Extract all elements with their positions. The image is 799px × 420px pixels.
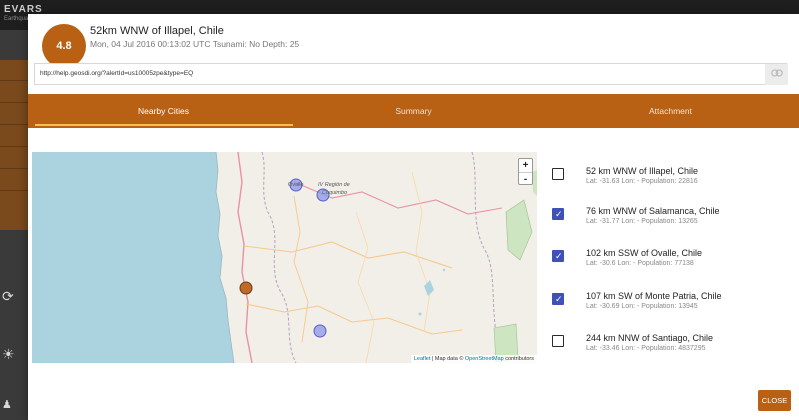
attribution-end: contributors: [503, 356, 534, 362]
city-list-item: ✓ 107 km SW of Monte Patria, Chile Lat: …: [552, 291, 792, 337]
city-info: Lat: -33.46 Lon: - Population: 4837295: [586, 345, 706, 352]
map-attribution: Leaflet | Map data © OpenStreetMap contr…: [410, 355, 537, 363]
map-label-ovalle: Ovalle: [288, 182, 304, 188]
city-info: Lat: -31.77 Lon: - Population: 13265: [586, 218, 698, 225]
tab-nearby-cities[interactable]: Nearby Cities: [35, 94, 292, 128]
city-checkbox[interactable]: ✓: [552, 208, 564, 220]
map-label-region-line1: IV Región de: [318, 182, 350, 188]
city-checkbox[interactable]: [552, 335, 564, 347]
leaflet-link[interactable]: Leaflet: [414, 356, 431, 362]
event-meta: Mon, 04 Jul 2016 00:13:02 UTC Tsunami: N…: [90, 39, 300, 49]
zoom-in-button[interactable]: +: [519, 159, 532, 172]
background-user-icon: ♟: [2, 399, 12, 411]
city-info: Lat: -31.63 Lon: - Population: 22816: [586, 178, 698, 185]
background-glyph-icon: ⟳: [2, 288, 14, 304]
check-icon: ✓: [555, 294, 563, 304]
city-checkbox[interactable]: ✓: [552, 293, 564, 305]
check-icon: ✓: [555, 251, 563, 261]
city-list-item: 244 km NNW of Santiago, Chile Lat: -33.4…: [552, 333, 792, 379]
url-text[interactable]: http://help.geosdi.org/?alertId=us10005z…: [40, 70, 193, 77]
city-checkbox[interactable]: [552, 168, 564, 180]
city-name: 107 km SW of Monte Patria, Chile: [586, 291, 722, 301]
link-icon: [770, 69, 783, 80]
event-title: 52km WNW of Illapel, Chile: [90, 25, 224, 37]
city-info: Lat: -30.6 Lon: - Population: 77138: [586, 260, 694, 267]
active-tab-indicator: [35, 124, 293, 126]
zoom-out-button[interactable]: -: [519, 173, 532, 186]
city-name: 244 km NNW of Santiago, Chile: [586, 333, 714, 343]
tab-summary[interactable]: Summary: [285, 94, 542, 128]
map-label-region-line2: Coquimbo: [322, 190, 348, 196]
background-sun-icon: ☀: [2, 346, 15, 362]
city-list-item: ✓ 102 km SSW of Ovalle, Chile Lat: -30.6…: [552, 248, 792, 294]
city-name: 52 km WNW of Illapel, Chile: [586, 166, 699, 176]
url-field[interactable]: http://help.geosdi.org/?alertId=us10005z…: [34, 63, 788, 85]
tab-bar: Nearby Cities Summary Attachment: [28, 94, 799, 128]
attribution-middle: | Map data ©: [430, 356, 465, 362]
close-button[interactable]: CLOSE: [758, 390, 791, 411]
check-icon: ✓: [555, 209, 563, 219]
map-tiles: [32, 152, 537, 363]
copy-link-button[interactable]: [765, 64, 788, 85]
openstreetmap-link[interactable]: OpenStreetMap: [465, 356, 504, 362]
event-detail-dialog: 4.8 52km WNW of Illapel, Chile Mon, 04 J…: [28, 14, 799, 420]
tab-attachment[interactable]: Attachment: [542, 94, 799, 128]
city-info: Lat: -30.69 Lon: - Population: 13945: [586, 303, 698, 310]
city-name: 102 km SSW of Ovalle, Chile: [586, 248, 703, 258]
city-list-item: ✓ 76 km WNW of Salamanca, Chile Lat: -31…: [552, 206, 792, 252]
map-view[interactable]: Ovalle IV Región de Coquimbo + - Leaflet…: [32, 152, 537, 363]
city-name: 76 km WNW of Salamanca, Chile: [586, 206, 720, 216]
background-sidebar-strip: [0, 60, 28, 230]
city-checkbox[interactable]: ✓: [552, 250, 564, 262]
zoom-control: + -: [518, 158, 533, 185]
magnitude-badge: 4.8: [42, 24, 86, 68]
